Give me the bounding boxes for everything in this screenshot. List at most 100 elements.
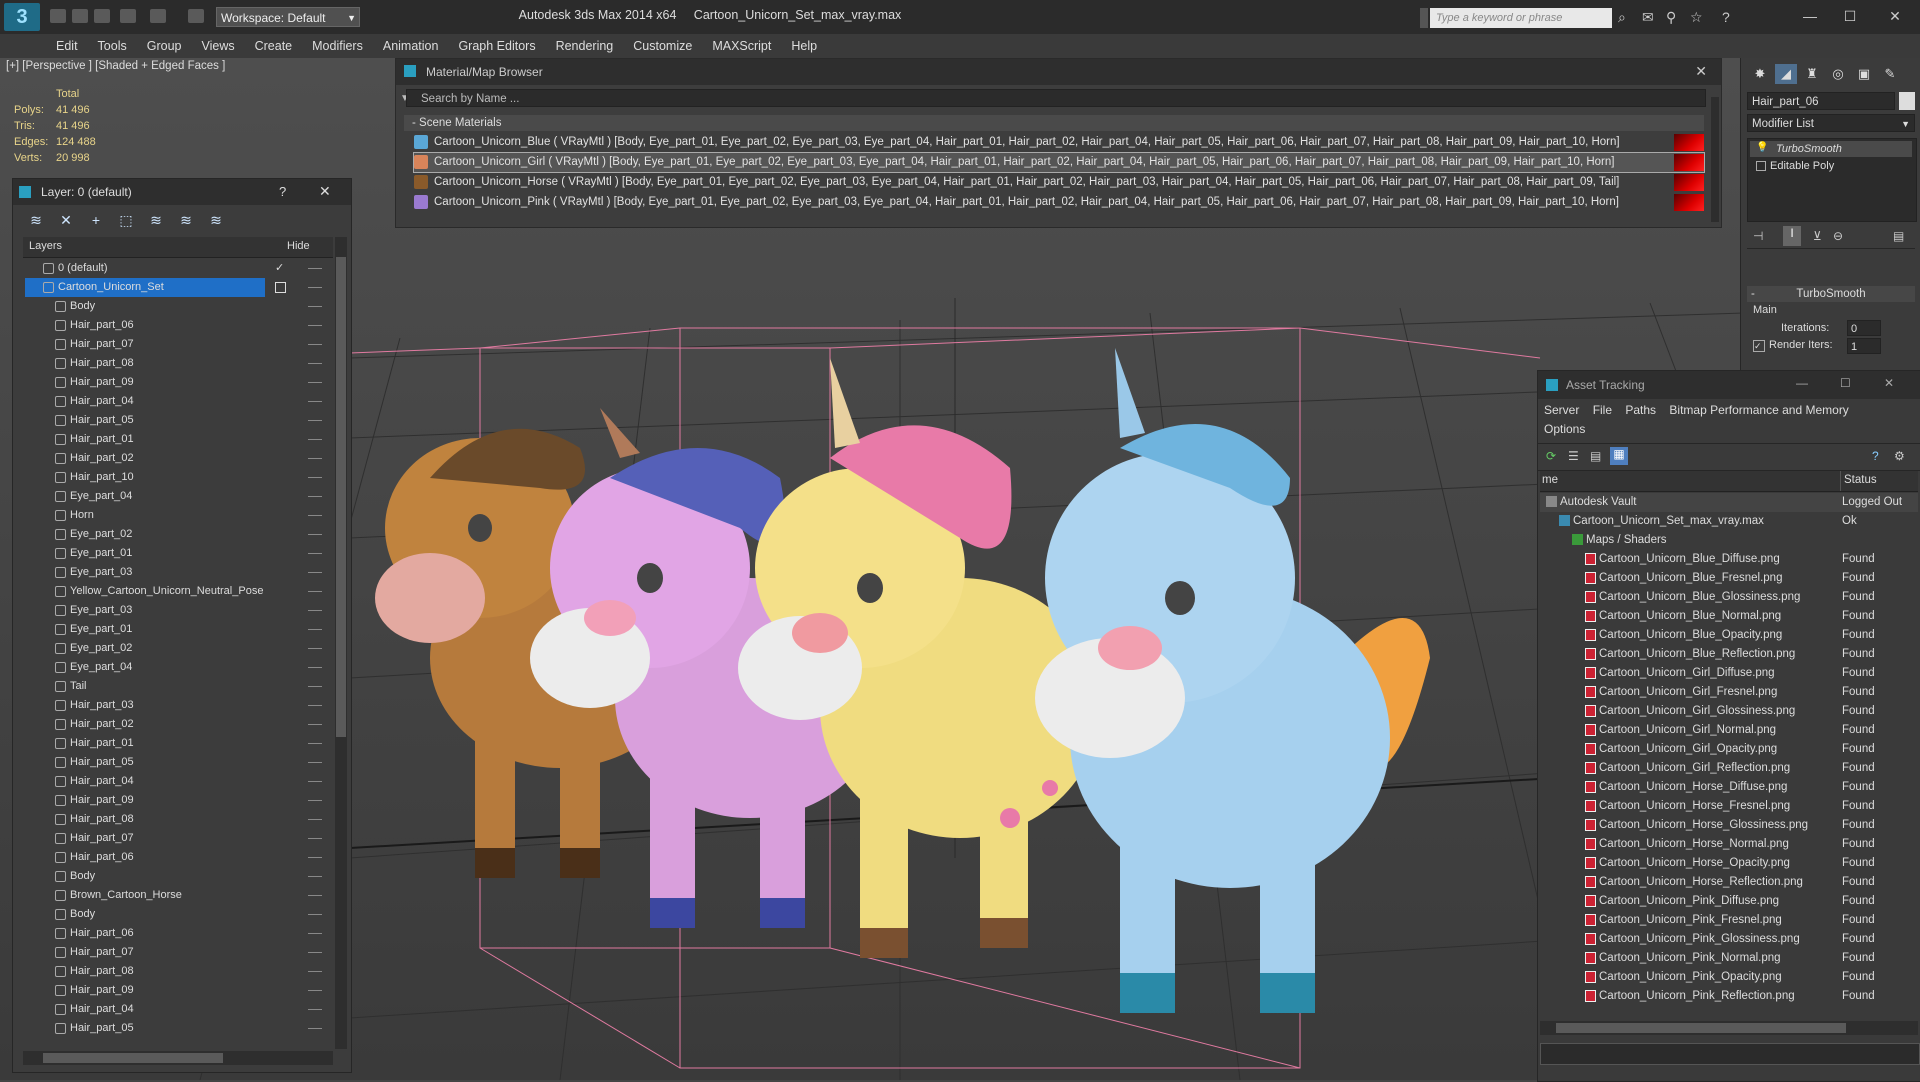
menu-bitmap-performance[interactable]: Bitmap Performance and Memory: [1669, 403, 1848, 417]
asset-row[interactable]: Cartoon_Unicorn_Pink_Reflection.png Found: [1540, 987, 1918, 1006]
maximize-icon[interactable]: ☐: [1840, 376, 1851, 390]
menu-graph-editors[interactable]: Graph Editors: [448, 34, 545, 58]
layer-object-row[interactable]: Eye_part_04: [25, 658, 325, 677]
material-row[interactable]: Cartoon_Unicorn_Girl ( VRayMtl ) [Body, …: [413, 152, 1705, 173]
layer-list-hscroll-thumb[interactable]: [43, 1053, 223, 1063]
menu-help[interactable]: Help: [781, 34, 827, 58]
layer-object-row[interactable]: Hair_part_02: [25, 449, 325, 468]
asset-row[interactable]: Cartoon_Unicorn_Pink_Fresnel.png Found: [1540, 911, 1918, 930]
layer-object-row[interactable]: Hair_part_05: [25, 1019, 325, 1038]
layer-object-row[interactable]: Eye_part_02: [25, 639, 325, 658]
hierarchy-tab-icon[interactable]: ♜: [1801, 64, 1823, 84]
menu-animation[interactable]: Animation: [373, 34, 449, 58]
layer-object-row[interactable]: Hair_part_05: [25, 753, 325, 772]
asset-row[interactable]: Cartoon_Unicorn_Blue_Diffuse.png Found: [1540, 550, 1918, 569]
layer-object-row[interactable]: Hair_part_07: [25, 335, 325, 354]
select-objects-icon[interactable]: ⬚: [117, 211, 135, 229]
layer-object-row[interactable]: Hair_part_06: [25, 924, 325, 943]
layer-row[interactable]: 0 (default) ✓: [25, 259, 325, 278]
hide-toggle[interactable]: [308, 610, 322, 611]
hide-toggle[interactable]: [308, 1028, 322, 1029]
layer-object-row[interactable]: Hair_part_04: [25, 392, 325, 411]
object-color-swatch[interactable]: [1899, 92, 1915, 110]
asset-row[interactable]: Cartoon_Unicorn_Girl_Opacity.png Found: [1540, 740, 1918, 759]
pin-stack-icon[interactable]: ⊣: [1753, 229, 1763, 243]
turbosmooth-rollout-header[interactable]: - TurboSmooth: [1747, 286, 1915, 302]
hide-toggle[interactable]: [308, 420, 322, 421]
layer-object-row[interactable]: Eye_part_03: [25, 563, 325, 582]
configure-sets-icon[interactable]: ▤: [1893, 229, 1904, 243]
hide-toggle[interactable]: [308, 971, 322, 972]
freeze-all-layers-icon[interactable]: ≋: [207, 211, 225, 229]
material-row[interactable]: Cartoon_Unicorn_Blue ( VRayMtl ) [Body, …: [414, 133, 1704, 152]
layer-object-row[interactable]: Body: [25, 867, 325, 886]
asset-list-hscrollbar[interactable]: [1540, 1021, 1918, 1035]
close-icon[interactable]: ✕: [1884, 376, 1894, 390]
menu-rendering[interactable]: Rendering: [546, 34, 624, 58]
asset-row[interactable]: Autodesk Vault Logged Out: [1540, 493, 1918, 512]
modifier-stack-item-editable-poly[interactable]: Editable Poly: [1750, 158, 1912, 174]
layer-object-row[interactable]: Hair_part_01: [25, 430, 325, 449]
hide-toggle[interactable]: [308, 819, 322, 820]
hide-toggle[interactable]: [308, 800, 322, 801]
iterations-spinner[interactable]: 0: [1847, 320, 1881, 336]
asset-row[interactable]: Cartoon_Unicorn_Girl_Glossiness.png Found: [1540, 702, 1918, 721]
asset-row[interactable]: Cartoon_Unicorn_Blue_Normal.png Found: [1540, 607, 1918, 626]
asset-row[interactable]: Cartoon_Unicorn_Pink_Opacity.png Found: [1540, 968, 1918, 987]
scene-materials-section[interactable]: - Scene Materials: [404, 115, 1704, 131]
hide-toggle[interactable]: [308, 724, 322, 725]
highlight-layer-icon[interactable]: ≋: [147, 211, 165, 229]
layer-list-vscrollbar[interactable]: [335, 237, 347, 1049]
minimize-icon[interactable]: —: [1796, 376, 1808, 390]
hide-toggle[interactable]: [308, 268, 322, 269]
favorites-star-icon[interactable]: ☆: [1690, 9, 1703, 26]
maximize-icon[interactable]: ☐: [1830, 4, 1870, 28]
asset-row[interactable]: Cartoon_Unicorn_Pink_Diffuse.png Found: [1540, 892, 1918, 911]
hide-all-layers-icon[interactable]: ≋: [177, 211, 195, 229]
asset-row[interactable]: Cartoon_Unicorn_Horse_Normal.png Found: [1540, 835, 1918, 854]
name-column-header[interactable]: me: [1542, 474, 1558, 486]
hide-toggle[interactable]: [308, 629, 322, 630]
layer-object-row[interactable]: Hair_part_07: [25, 943, 325, 962]
asset-row[interactable]: Cartoon_Unicorn_Pink_Normal.png Found: [1540, 949, 1918, 968]
asset-row[interactable]: Cartoon_Unicorn_Horse_Glossiness.png Foun…: [1540, 816, 1918, 835]
hide-toggle[interactable]: [308, 648, 322, 649]
menu-maxscript[interactable]: MAXScript: [702, 34, 781, 58]
asset-row[interactable]: Cartoon_Unicorn_Girl_Fresnel.png Found: [1540, 683, 1918, 702]
communication-center-icon[interactable]: ✉: [1642, 9, 1654, 26]
menu-modifiers[interactable]: Modifiers: [302, 34, 373, 58]
viewport-label[interactable]: [+] [Perspective ] [Shaded + Edged Faces…: [6, 60, 225, 72]
layer-object-row[interactable]: Hair_part_04: [25, 1000, 325, 1019]
material-search-input[interactable]: Search by Name ...: [406, 89, 1706, 107]
layer-object-row[interactable]: Yellow_Cartoon_Unicorn_Neutral_Pose: [25, 582, 325, 601]
layer-object-row[interactable]: Hair_part_08: [25, 354, 325, 373]
menu-file[interactable]: File: [1593, 403, 1612, 417]
hide-toggle[interactable]: [308, 591, 322, 592]
hide-toggle[interactable]: [308, 458, 322, 459]
menu-paths[interactable]: Paths: [1625, 403, 1656, 417]
hide-toggle[interactable]: [308, 667, 322, 668]
minimize-icon[interactable]: —: [1790, 4, 1830, 28]
layer-object-row[interactable]: Hair_part_09: [25, 373, 325, 392]
hide-toggle[interactable]: [308, 705, 322, 706]
hide-toggle[interactable]: [308, 515, 322, 516]
menu-options[interactable]: Options: [1544, 422, 1585, 436]
close-icon[interactable]: ✕: [1875, 4, 1915, 28]
layer-object-row[interactable]: Hair_part_08: [25, 962, 325, 981]
hide-column-header[interactable]: Hide: [287, 240, 310, 252]
add-to-layer-icon[interactable]: +: [87, 211, 105, 229]
create-layer-icon[interactable]: ≋: [27, 211, 45, 229]
layer-object-row[interactable]: Hair_part_10: [25, 468, 325, 487]
subscription-icon[interactable]: ⚲: [1666, 9, 1676, 26]
layer-object-row[interactable]: Hair_part_03: [25, 696, 325, 715]
hide-toggle[interactable]: [308, 781, 322, 782]
layer-object-row[interactable]: Hair_part_01: [25, 734, 325, 753]
current-layer-check-icon[interactable]: ✓: [275, 259, 284, 278]
hide-toggle[interactable]: [308, 762, 322, 763]
hide-toggle[interactable]: [308, 914, 322, 915]
hide-toggle[interactable]: [308, 439, 322, 440]
asset-row[interactable]: Cartoon_Unicorn_Horse_Fresnel.png Found: [1540, 797, 1918, 816]
modifier-list-dropdown[interactable]: Modifier List ▼: [1747, 114, 1915, 132]
layer-object-row[interactable]: Eye_part_04: [25, 487, 325, 506]
object-name-field[interactable]: Hair_part_06: [1747, 92, 1895, 110]
